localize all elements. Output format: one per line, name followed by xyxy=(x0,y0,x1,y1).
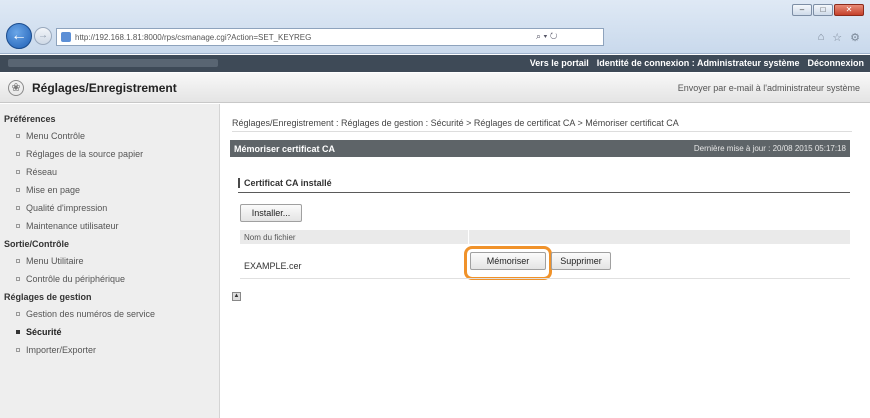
sidebar-item-paper-source[interactable]: Réglages de la source papier xyxy=(0,145,219,163)
portal-link[interactable]: Vers le portail xyxy=(530,58,589,68)
sidebar-section-preferences: Préférences xyxy=(4,114,56,124)
sidebar-item-device-control[interactable]: Contrôle du périphérique xyxy=(0,270,219,288)
email-admin-link[interactable]: Envoyer par e-mail à l'administrateur sy… xyxy=(678,83,860,93)
column-divider xyxy=(468,230,469,244)
panel-title: Mémoriser certificat CA xyxy=(234,144,336,154)
browser-chrome: – □ ✕ ← → http://192.168.1.81:8000/rps/c… xyxy=(0,0,870,54)
breadcrumb: Réglages/Enregistrement : Réglages de ge… xyxy=(232,118,852,132)
row-divider xyxy=(240,278,850,279)
close-button[interactable]: ✕ xyxy=(834,4,864,16)
sidebar-section-output-control: Sortie/Contrôle xyxy=(4,239,70,249)
sidebar-item-label: Sécurité xyxy=(26,327,62,337)
sidebar-item-utility-menu[interactable]: Menu Utilitaire xyxy=(0,252,219,270)
sidebar-item-label: Réseau xyxy=(26,167,58,177)
sidebar-item-import-export[interactable]: Importer/Exporter xyxy=(0,341,219,359)
sidebar-item-label: Contrôle du périphérique xyxy=(26,274,126,284)
sidebar-item-control-menu[interactable]: Menu Contrôle xyxy=(0,127,219,145)
address-bar[interactable]: http://192.168.1.81:8000/rps/csmanage.cg… xyxy=(56,28,604,46)
bullet-icon xyxy=(16,152,20,156)
sidebar: Préférences Menu Contrôle Réglages de la… xyxy=(0,104,220,418)
login-identity: Identité de connexion : Administrateur s… xyxy=(596,58,800,68)
bullet-icon xyxy=(16,206,20,210)
page-header: ❀ Réglages/Enregistrement Envoyer par e-… xyxy=(0,73,870,103)
bullet-icon xyxy=(16,134,20,138)
device-name-blurred xyxy=(8,59,218,67)
sidebar-item-security[interactable]: Sécurité xyxy=(0,323,219,341)
favicon-icon xyxy=(61,32,71,42)
sidebar-item-label: Menu Utilitaire xyxy=(26,256,84,266)
scroll-to-top-icon[interactable]: ▲ xyxy=(232,292,241,301)
back-arrow-icon[interactable]: ← xyxy=(6,23,32,49)
bullet-icon xyxy=(16,259,20,263)
bullet-icon xyxy=(16,170,20,174)
sidebar-item-print-quality[interactable]: Qualité d'impression xyxy=(0,199,219,217)
sidebar-item-label: Qualité d'impression xyxy=(26,203,108,213)
delete-button[interactable]: Supprimer xyxy=(551,252,611,270)
favorites-star-icon[interactable]: ☆ xyxy=(832,31,842,44)
settings-gear-icon[interactable]: ⚙ xyxy=(850,31,860,44)
toolbar-icons: ⌂ ☆ ⚙ xyxy=(818,31,860,44)
sidebar-item-label: Réglages de la source papier xyxy=(26,149,144,159)
store-button[interactable]: Mémoriser xyxy=(470,252,546,270)
device-status-bar: Vers le portail Identité de connexion : … xyxy=(0,55,870,72)
home-icon[interactable]: ⌂ xyxy=(818,31,825,44)
bullet-icon xyxy=(16,188,20,192)
window-controls: – □ ✕ xyxy=(792,4,864,16)
address-tools[interactable]: ⌕ ▾ ↻ xyxy=(536,31,557,42)
section-title: Certificat CA installé xyxy=(238,178,332,188)
maximize-button[interactable]: □ xyxy=(813,4,833,16)
column-header-filename: Nom du fichier xyxy=(244,233,296,242)
section-divider xyxy=(238,192,850,193)
sidebar-item-label: Mise en page xyxy=(26,185,81,195)
sidebar-item-department-id[interactable]: Gestion des numéros de service xyxy=(0,305,219,323)
table-header: Nom du fichier xyxy=(240,230,850,244)
sidebar-item-network[interactable]: Réseau xyxy=(0,163,219,181)
file-name-cell: EXAMPLE.cer xyxy=(244,261,302,271)
page-title: Réglages/Enregistrement xyxy=(32,81,177,95)
install-button[interactable]: Installer... xyxy=(240,204,302,222)
sidebar-section-management-settings: Réglages de gestion xyxy=(4,292,92,302)
forward-arrow-icon[interactable]: → xyxy=(34,27,52,45)
last-update-timestamp: Dernière mise à jour : 20/08 2015 05:17:… xyxy=(693,144,846,153)
panel-header: Mémoriser certificat CA Dernière mise à … xyxy=(230,140,850,157)
sidebar-item-label: Maintenance utilisateur xyxy=(26,221,119,231)
bullet-icon xyxy=(16,277,20,281)
bullet-icon xyxy=(16,224,20,228)
minimize-button[interactable]: – xyxy=(792,4,812,16)
sidebar-item-layout[interactable]: Mise en page xyxy=(0,181,219,199)
bullet-icon xyxy=(16,348,20,352)
logout-link[interactable]: Déconnexion xyxy=(807,58,864,68)
sidebar-item-label: Gestion des numéros de service xyxy=(26,309,156,319)
sidebar-item-label: Menu Contrôle xyxy=(26,131,86,141)
settings-gear-icon: ❀ xyxy=(8,80,24,96)
bullet-icon xyxy=(16,330,20,334)
sidebar-item-user-maintenance[interactable]: Maintenance utilisateur xyxy=(0,217,219,235)
bullet-icon xyxy=(16,312,20,316)
sidebar-item-label: Importer/Exporter xyxy=(26,345,97,355)
main-content: Réglages/Enregistrement : Réglages de ge… xyxy=(230,104,858,418)
address-url: http://192.168.1.81:8000/rps/csmanage.cg… xyxy=(75,32,312,42)
